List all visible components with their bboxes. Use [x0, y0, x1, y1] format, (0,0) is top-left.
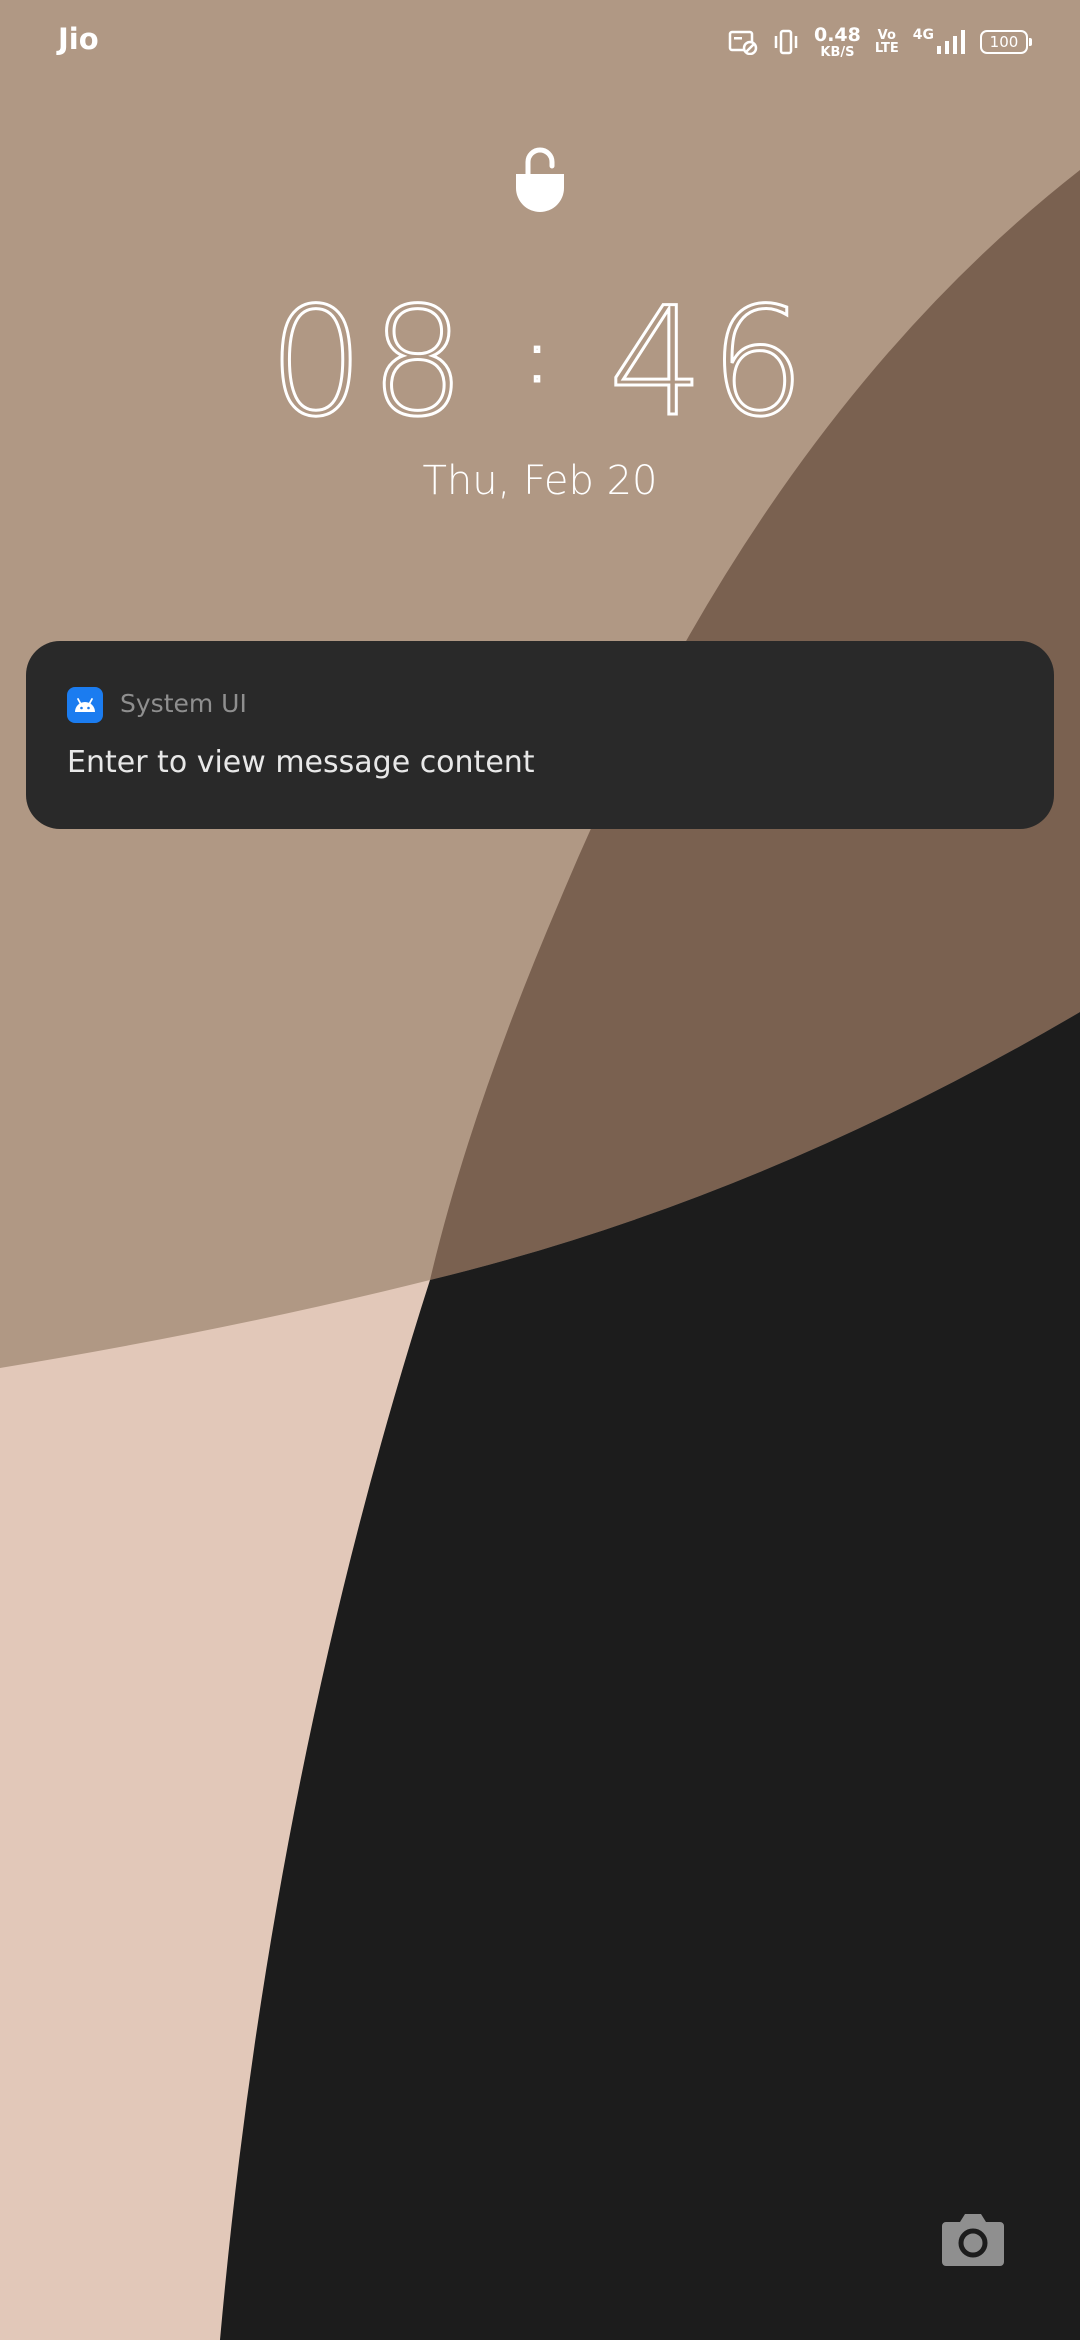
vibrate-icon [774, 29, 798, 55]
mobile-signal: 4G [913, 28, 966, 56]
volte-bottom: LTE [874, 41, 899, 56]
network-speed-unit: KB/S [820, 44, 855, 60]
unlocked-padlock-icon[interactable] [514, 142, 566, 212]
android-icon [67, 687, 103, 723]
status-bar: Jio 0.48 KB/S Vo LTE 4G 100 [0, 0, 1080, 80]
network-type: 4G [913, 28, 934, 42]
network-speed-value: 0.48 [813, 23, 861, 46]
clock-minutes: 46 [607, 276, 812, 450]
notification-app-name: System UI [120, 689, 247, 718]
status-icons: 0.48 KB/S Vo LTE 4G 100 [728, 22, 1032, 62]
lock-date: Thu, Feb 20 [422, 458, 658, 504]
signal-icon [937, 30, 965, 54]
camera-icon[interactable] [940, 2210, 1006, 2270]
notification-message: Enter to view message content [67, 745, 535, 780]
notification-card[interactable]: System UI Enter to view message content [26, 641, 1054, 829]
clock-separator: : [524, 315, 555, 400]
lock-clock: 08 : 46 [0, 276, 1080, 458]
battery-level: 100 [989, 33, 1019, 51]
screen-cast-off-icon [728, 30, 758, 55]
network-speed: 0.48 KB/S [813, 23, 861, 60]
volte-indicator: Vo LTE [875, 29, 899, 55]
carrier-name: Jio [58, 22, 99, 56]
clock-hours: 08 [267, 276, 472, 450]
network-type-label: 4G [912, 27, 934, 43]
lock-screen: Jio 0.48 KB/S Vo LTE 4G 100 08: 46 Thu,… [0, 0, 1080, 2340]
battery-icon: 100 [980, 30, 1032, 54]
